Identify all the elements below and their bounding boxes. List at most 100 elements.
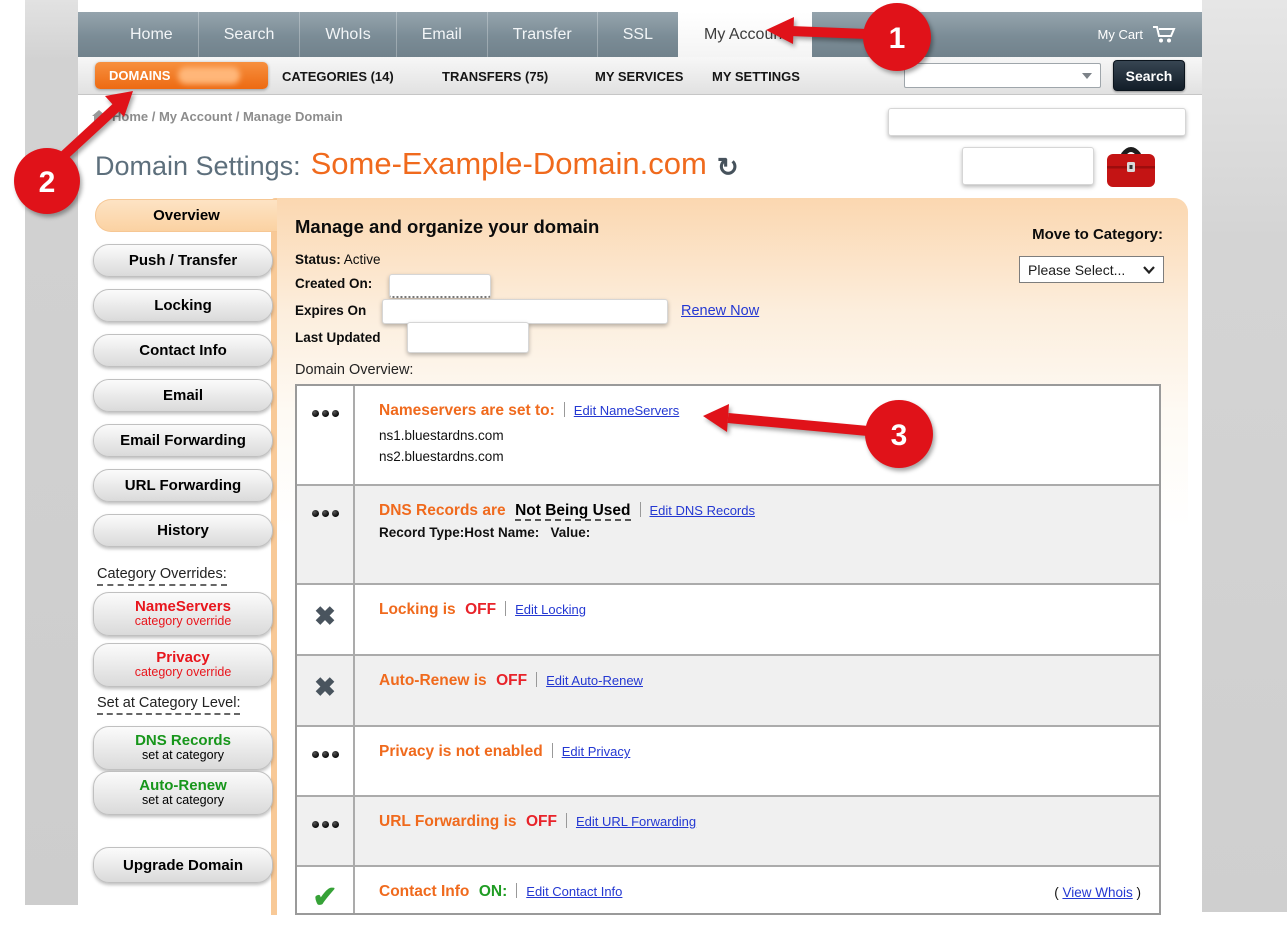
table-row-contact-info: ✔ Contact Info ON:Edit Contact Info ( Vi… (297, 865, 1159, 915)
sidebar-item-email[interactable]: Email (93, 379, 273, 412)
subnav-transfers[interactable]: TRANSFERS (75) (442, 57, 548, 95)
redacted-expires-date (382, 299, 668, 324)
paren-open: ( (1054, 885, 1059, 900)
renew-now-link[interactable]: Renew Now (681, 303, 759, 319)
edit-locking-link[interactable]: Edit Locking (515, 602, 586, 617)
sidebar-item-contact-info[interactable]: Contact Info (93, 334, 273, 367)
toolbox-icon[interactable] (1103, 141, 1159, 196)
category-sub: set at category (142, 749, 224, 763)
category-select-value: Please Select... (1028, 262, 1125, 278)
row-status: Not Being Used (515, 502, 630, 521)
category-title: Auto-Renew (139, 778, 227, 794)
title-prefix: Domain Settings: (95, 151, 301, 182)
domain-name: Some-Example-Domain.com (311, 146, 707, 182)
created-line: Created On: (295, 276, 372, 291)
tab-ssl[interactable]: SSL (597, 12, 678, 57)
my-cart-button[interactable]: My Cart (1098, 12, 1177, 57)
domains-label: DOMAINS (109, 68, 170, 83)
view-whois-link[interactable]: View Whois (1062, 885, 1132, 900)
paren-close: ) (1137, 885, 1142, 900)
tab-email[interactable]: Email (396, 12, 487, 57)
edit-privacy-link[interactable]: Edit Privacy (562, 744, 631, 759)
sidebar-item-auto-renew-category[interactable]: Auto-Renew set at category (93, 771, 273, 815)
row-status: OFF (496, 672, 527, 689)
sidebar-item-push-transfer[interactable]: Push / Transfer (93, 244, 273, 277)
dots-icon (297, 486, 355, 583)
sidebar-item-email-forwarding[interactable]: Email Forwarding (93, 424, 273, 457)
edit-url-forwarding-link[interactable]: Edit URL Forwarding (576, 814, 696, 829)
category-overrides-heading: Category Overrides: (97, 566, 227, 586)
chevron-down-icon (1082, 73, 1092, 79)
category-title: DNS Records (135, 733, 231, 749)
created-label: Created On: (295, 276, 372, 291)
x-icon: ✖ (297, 656, 355, 725)
move-to-category-label: Move to Category: (1003, 226, 1163, 243)
bottom-cutoff (0, 915, 1287, 931)
row-title: Locking is (379, 601, 456, 618)
refresh-icon[interactable]: ↻ (717, 152, 739, 182)
row-title: URL Forwarding is (379, 813, 517, 830)
chevron-down-icon (1143, 266, 1155, 274)
top-navigation-bar: Home Search WhoIs Email Transfer SSL My … (78, 12, 1202, 57)
sidebar-item-nameservers-override[interactable]: NameServers category override (93, 592, 273, 636)
domain-overview-label: Domain Overview: (295, 362, 413, 378)
sidebar-item-dns-records-category[interactable]: DNS Records set at category (93, 726, 273, 770)
sidebar-item-url-forwarding[interactable]: URL Forwarding (93, 469, 273, 502)
page: Home Search WhoIs Email Transfer SSL My … (0, 0, 1287, 931)
subnav-domains-button[interactable]: DOMAINS (95, 62, 268, 89)
page-title: Domain Settings: Some-Example-Domain.com… (95, 146, 739, 182)
sidebar-item-overview[interactable]: Overview (95, 199, 277, 232)
redacted-box-top-right (888, 108, 1186, 136)
edit-auto-renew-link[interactable]: Edit Auto-Renew (546, 673, 643, 688)
breadcrumb-text: Home / My Account / Manage Domain (112, 109, 343, 124)
row-title: DNS Records are (379, 502, 506, 519)
redacted-created-date (389, 274, 491, 298)
row-status: OFF (465, 601, 496, 618)
table-row-auto-renew: ✖ Auto-Renew is OFF Edit Auto-Renew (297, 654, 1159, 725)
tab-my-account[interactable]: My Account (678, 12, 812, 57)
sidebar-item-locking[interactable]: Locking (93, 289, 273, 322)
row-title: Privacy is not enabled (379, 743, 543, 760)
table-row-url-forwarding: URL Forwarding is OFF Edit URL Forwarding (297, 795, 1159, 865)
expires-line: Expires On (295, 303, 366, 318)
override-title: NameServers (135, 599, 231, 615)
dots-icon (297, 386, 355, 484)
status-label: Status: (295, 252, 341, 267)
updated-line: Last Updated (295, 330, 381, 345)
cart-icon (1152, 25, 1176, 44)
section-heading: Manage and organize your domain (295, 216, 599, 238)
x-icon: ✖ (297, 585, 355, 654)
edit-dns-records-link[interactable]: Edit DNS Records (650, 503, 755, 518)
check-icon: ✔ (297, 867, 355, 915)
edit-nameservers-link[interactable]: Edit NameServers (574, 403, 679, 418)
redacted-box-title-right (962, 147, 1094, 185)
row-status: OFF (526, 813, 557, 830)
left-margin-background (25, 0, 78, 905)
my-cart-label: My Cart (1098, 27, 1144, 42)
edit-contact-info-link[interactable]: Edit Contact Info (526, 884, 622, 899)
row-title: Auto-Renew is (379, 672, 487, 689)
redacted-updated-date (407, 322, 529, 353)
table-row-dns-records: DNS Records are Not Being Used Edit DNS R… (297, 484, 1159, 583)
top-nav-tabs: Home Search WhoIs Email Transfer SSL My … (105, 12, 812, 57)
subnav-categories[interactable]: CATEGORIES (14) (282, 57, 394, 95)
tab-transfer[interactable]: Transfer (487, 12, 597, 57)
category-select[interactable]: Please Select... (1019, 256, 1164, 283)
dots-icon (297, 727, 355, 795)
table-row-locking: ✖ Locking is OFF Edit Locking (297, 583, 1159, 654)
tab-whois[interactable]: WhoIs (299, 12, 395, 57)
breadcrumb[interactable]: Home / My Account / Manage Domain (92, 109, 343, 124)
search-button[interactable]: Search (1113, 60, 1185, 91)
subnav-my-services[interactable]: MY SERVICES (595, 57, 683, 95)
domain-search-combobox[interactable] (904, 63, 1101, 88)
account-sub-navigation: DOMAINS CATEGORIES (14) TRANSFERS (75) M… (78, 57, 1202, 95)
upgrade-domain-button[interactable]: Upgrade Domain (93, 847, 273, 883)
right-margin-background (1202, 0, 1287, 912)
set-at-category-heading: Set at Category Level: (97, 695, 240, 715)
sidebar-item-privacy-override[interactable]: Privacy category override (93, 643, 273, 687)
sidebar-item-history[interactable]: History (93, 514, 273, 547)
tab-home[interactable]: Home (105, 12, 198, 57)
subnav-my-settings[interactable]: MY SETTINGS (712, 57, 800, 95)
table-row-privacy: Privacy is not enabled Edit Privacy (297, 725, 1159, 795)
tab-search[interactable]: Search (198, 12, 300, 57)
